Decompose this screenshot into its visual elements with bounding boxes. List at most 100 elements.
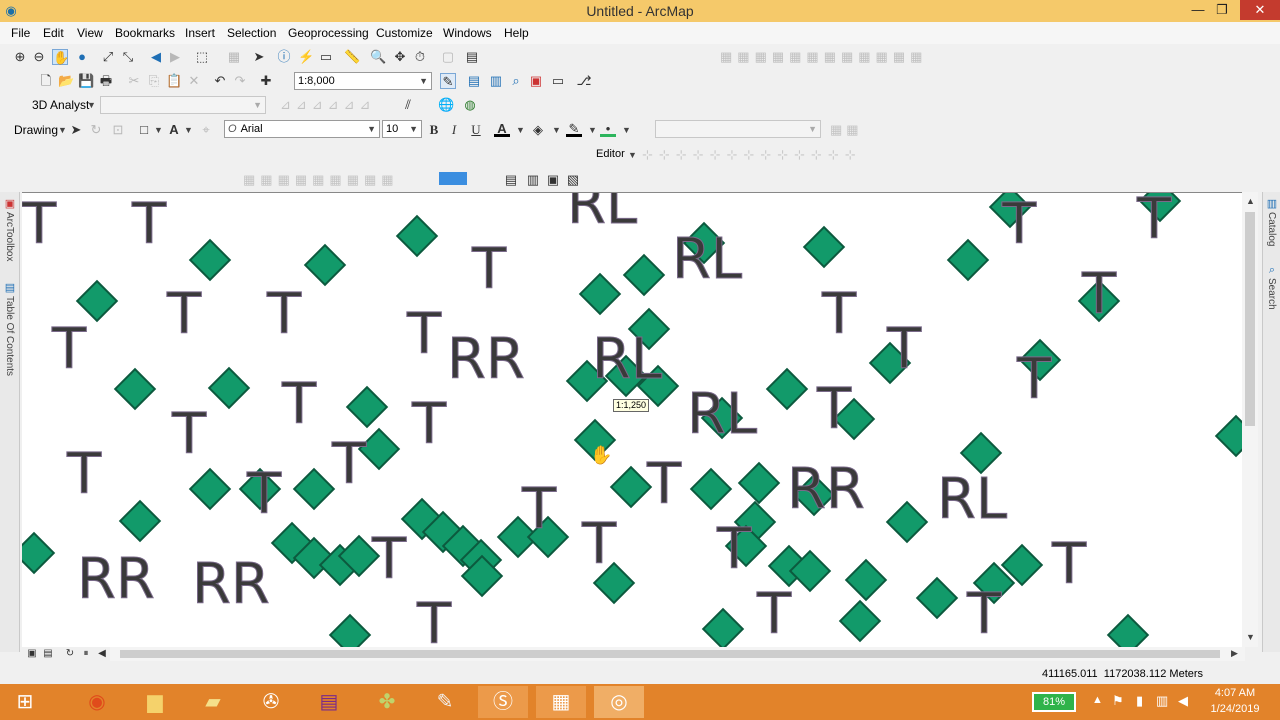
taskbar-firefox[interactable]: ◉ (72, 686, 122, 718)
scroll-down-icon[interactable]: ▼ (1246, 632, 1255, 642)
select-elements-draw-icon[interactable]: ➤ (68, 122, 84, 138)
scale-combo[interactable]: 1:8,000 ▼ (294, 72, 432, 90)
horizontal-scroll-thumb[interactable] (120, 650, 1220, 658)
horizontal-scrollbar[interactable]: ▶ (110, 647, 1245, 661)
find-icon[interactable]: 🔍 (370, 49, 386, 65)
zoom-in-icon[interactable]: ⊕ (12, 49, 28, 65)
taskbar-arcmap[interactable]: ◎ (594, 686, 644, 718)
scroll-up-icon[interactable]: ▲ (1246, 196, 1255, 206)
menu-selection[interactable]: Selection (227, 26, 276, 40)
pan-icon[interactable]: ✋ (52, 49, 69, 65)
bold-button[interactable]: B (426, 122, 442, 138)
time-slider-icon[interactable]: ⏱ (412, 49, 428, 65)
taskbar-paint[interactable]: ✎ (420, 686, 470, 718)
identify-icon[interactable]: ⓘ (276, 49, 292, 65)
menu-geoprocessing[interactable]: Geoprocessing (288, 26, 369, 40)
arctoolbox-tab[interactable]: ArcToolbox (4, 212, 15, 261)
layout-view-button-icon[interactable]: ▤ (40, 646, 56, 662)
model-builder-icon[interactable]: ⎇ (576, 73, 592, 89)
taskbar-file-explorer[interactable]: ▆ (130, 686, 180, 718)
zoom-to-selected-icon[interactable]: ⊡ (110, 122, 126, 138)
map-display[interactable]: T T T T T T T T T T T T T T T T T T T T T T T T T T T T T RL RL RL RL RL R… (22, 192, 1242, 647)
fill-color-dropdown-icon[interactable]: ▼ (552, 125, 561, 135)
arctoolbox-icon[interactable]: ▣ (528, 73, 544, 89)
pause-drawing-icon[interactable]: ⏸ (78, 646, 94, 662)
3d-analyst-menu[interactable]: 3D Analyst (32, 98, 89, 112)
italic-button[interactable]: I (446, 122, 462, 138)
taskbar-app[interactable]: ✤ (362, 686, 412, 718)
catalog-window-icon[interactable]: ▥ (488, 73, 504, 89)
vertical-scroll-thumb[interactable] (1245, 212, 1255, 426)
go-to-xy-icon[interactable]: ✥ (392, 49, 408, 65)
menu-customize[interactable]: Customize (376, 26, 433, 40)
taskbar-media[interactable]: ✇ (246, 686, 296, 718)
new-document-icon[interactable]: 🗋 (38, 73, 54, 89)
text-dropdown-icon[interactable]: ▼ (184, 125, 193, 135)
taskbar-folder[interactable]: ▰ (188, 686, 238, 718)
paste-icon[interactable]: 📋 (166, 73, 182, 89)
fixed-zoom-out-icon[interactable]: ⤡ (120, 49, 136, 65)
font-color-dropdown-icon[interactable]: ▼ (516, 125, 525, 135)
arctoolbox-dock-icon[interactable]: ▣ (2, 196, 18, 212)
marker-color-dropdown-icon[interactable]: ▼ (622, 125, 631, 135)
rectangle-icon[interactable]: □ (136, 122, 152, 138)
search-tab[interactable]: Search (1266, 278, 1277, 310)
catalog-tab[interactable]: Catalog (1266, 212, 1277, 246)
refresh-icon[interactable]: ↻ (62, 646, 78, 662)
battery-indicator[interactable]: 81% (1032, 692, 1076, 712)
full-extent-icon[interactable]: ● (74, 49, 90, 65)
forward-icon[interactable]: ▶ (167, 49, 183, 65)
rotate-icon[interactable]: ↻ (88, 122, 104, 138)
layout-page-icon[interactable]: ▥ (525, 172, 541, 188)
arcscene-icon[interactable]: 🌐 (438, 97, 454, 113)
search-window-icon[interactable]: ⌕ (508, 73, 524, 89)
line-color-icon[interactable]: ✎ (566, 121, 582, 137)
copy-icon[interactable]: ⎘ (146, 73, 162, 89)
start-button[interactable]: ⊞ (0, 686, 50, 718)
layout-print-icon[interactable]: ▣ (545, 172, 561, 188)
profile-graph-icon[interactable]: ⫽ (400, 97, 416, 113)
catalog-dock-icon[interactable]: ▥ (1264, 196, 1280, 212)
layout-export-icon[interactable]: ▧ (565, 172, 581, 188)
redo-icon[interactable]: ↷ (232, 73, 248, 89)
editor-dropdown-icon[interactable]: ▼ (628, 150, 637, 160)
menu-bookmarks[interactable]: Bookmarks (115, 26, 175, 40)
undo-icon[interactable]: ↶ (212, 73, 228, 89)
layout-view-icon[interactable]: ▤ (503, 172, 519, 188)
map-canvas[interactable]: TTTT TT T TT TT T TT T TTTTTTT TT TTTTTRLRLRLRLRLR… (22, 193, 1242, 647)
restore-button[interactable]: ❐ (1208, 0, 1236, 20)
layer-icon[interactable]: ▤ (464, 49, 480, 65)
html-popup-icon[interactable]: ▭ (318, 49, 334, 65)
arcglobe-icon[interactable]: ◍ (462, 97, 478, 113)
menu-windows[interactable]: Windows (443, 26, 492, 40)
taskbar-winrar[interactable]: ▤ (304, 686, 354, 718)
taskbar-skype[interactable]: Ⓢ (478, 686, 528, 718)
style-combo[interactable]: ▼ (655, 120, 821, 138)
scroll-right-icon[interactable]: ▶ (1231, 648, 1238, 659)
python-window-icon[interactable]: ▭ (550, 73, 566, 89)
rectangle-dropdown-icon[interactable]: ▼ (154, 125, 163, 135)
show-hidden-icons[interactable]: ▲ (1092, 694, 1103, 706)
clock-date[interactable]: 1/24/2019 (1206, 703, 1264, 715)
clear-selection-icon[interactable]: ▦ (226, 49, 242, 65)
underline-button[interactable]: U (468, 122, 484, 138)
add-data-icon[interactable]: ✚ (258, 73, 274, 89)
toc-tab[interactable]: Table Of Contents (4, 296, 15, 376)
menu-insert[interactable]: Insert (185, 26, 215, 40)
editor-toolbar-icon[interactable]: ✎ (440, 73, 456, 89)
back-icon[interactable]: ◀ (148, 49, 164, 65)
cut-icon[interactable]: ✂ (126, 73, 142, 89)
drawing-menu[interactable]: Drawing (14, 123, 58, 137)
network-icon[interactable]: ▥ (1156, 693, 1168, 709)
table-of-contents-icon[interactable]: ▤ (466, 73, 482, 89)
data-view-icon[interactable]: ▣ (24, 646, 40, 662)
vertical-scrollbar[interactable]: ▲ ▼ (1242, 192, 1258, 647)
select-features-icon[interactable]: ⬚ (194, 49, 210, 65)
font-size-combo[interactable]: 10 ▼ (382, 120, 422, 138)
menu-edit[interactable]: Edit (43, 26, 64, 40)
create-viewer-icon[interactable]: ▢ (440, 49, 456, 65)
marker-color-icon[interactable]: • (600, 121, 616, 137)
edit-vertices-icon[interactable]: ⌖ (198, 122, 214, 138)
save-icon[interactable]: 💾 (78, 73, 94, 89)
search-dock-icon[interactable]: ⌕ (1264, 262, 1280, 278)
